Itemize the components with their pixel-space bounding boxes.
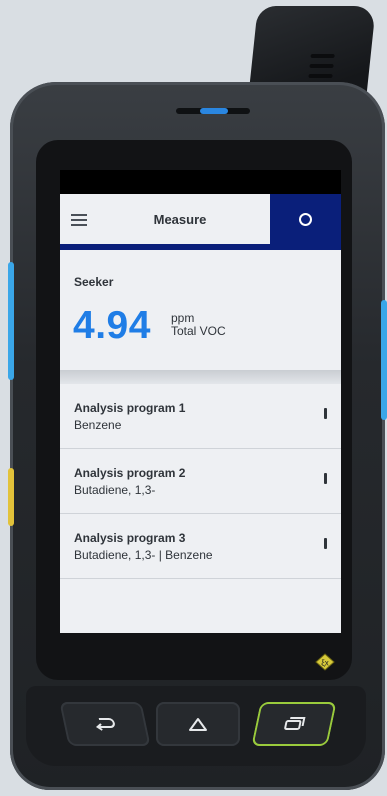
recent-apps-button[interactable] [251,702,337,746]
hamburger-icon [71,214,87,216]
seeker-panel[interactable]: Seeker 4.94 ppm Total VOC [60,250,341,370]
antenna-grip [309,64,334,68]
program-list: Analysis program 1 Benzene Analysis prog… [60,384,341,579]
program-substances: Benzene [74,418,122,432]
vertical-kebab-icon[interactable] [324,538,327,549]
antenna-grip [310,54,335,58]
status-led [200,108,228,114]
side-right-button[interactable] [381,300,387,420]
status-button[interactable] [270,194,341,244]
home-button[interactable] [156,702,240,746]
vertical-kebab-icon[interactable] [324,473,327,484]
seeker-gas: Total VOC [171,324,226,338]
screen: Measure Seeker 4.94 ppm Total VOC Analys… [60,170,341,633]
side-ptt-button[interactable] [8,468,14,526]
svg-text:ξx: ξx [321,659,329,668]
side-volume-button[interactable] [8,262,14,380]
program-substances: Butadiene, 1,3- | Benzene [74,548,213,562]
program-item[interactable]: Analysis program 3 Butadiene, 1,3- | Ben… [60,514,341,579]
circle-icon [299,212,312,226]
program-substances: Butadiene, 1,3- [74,483,156,497]
hamburger-icon-bar [71,219,87,221]
hamburger-icon-bar [71,224,87,226]
program-item[interactable]: Analysis program 2 Butadiene, 1,3- [60,449,341,514]
antenna-grip [308,74,333,78]
atex-ex-icon: ξx [315,652,335,672]
seeker-reading: 4.94 [73,304,151,347]
vertical-kebab-icon[interactable] [324,408,327,419]
program-item[interactable]: Analysis program 1 Benzene [60,384,341,449]
section-divider [60,370,341,384]
home-icon [189,718,207,731]
menu-button[interactable] [66,207,92,233]
seeker-label: Seeker [74,275,114,289]
back-arrow-icon [95,718,115,731]
status-bar [60,170,341,194]
earpiece-speaker [176,108,250,114]
program-title: Analysis program 1 [74,401,186,415]
program-title: Analysis program 2 [74,466,186,480]
program-title: Analysis program 3 [74,531,186,545]
recent-apps-icon [284,717,306,730]
back-button[interactable] [59,702,151,746]
page-title: Measure [153,212,207,227]
seeker-unit: ppm [171,311,195,325]
app-bar: Measure [60,194,341,250]
